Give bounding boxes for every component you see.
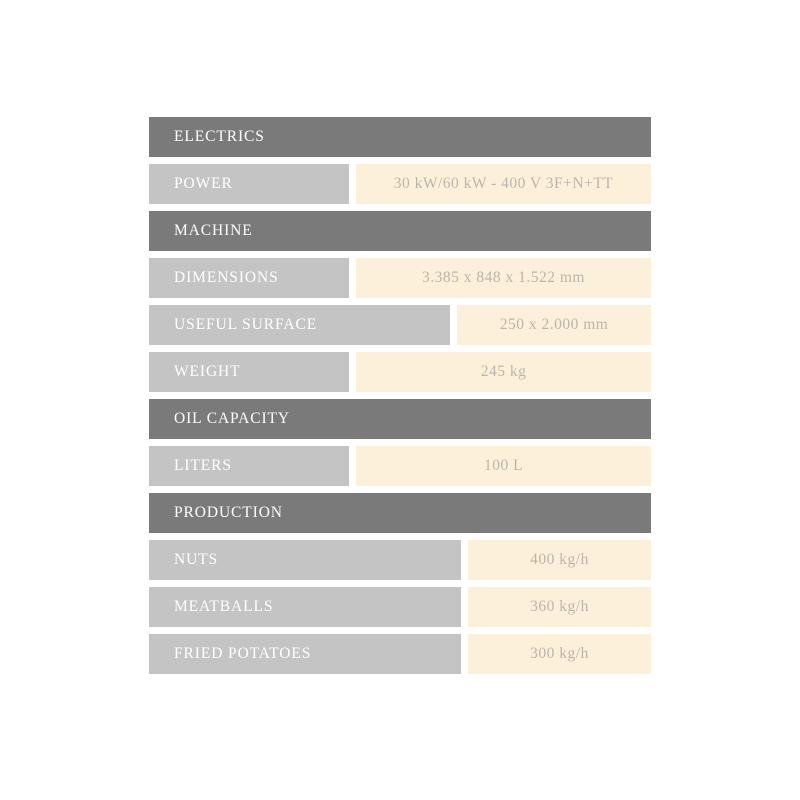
cell-divider bbox=[349, 446, 356, 486]
cell-divider bbox=[461, 540, 468, 580]
cell-divider bbox=[450, 305, 457, 345]
section-header: ELECTRICS bbox=[149, 117, 651, 157]
spec-row: WEIGHT 245 kg bbox=[149, 352, 651, 392]
cell-divider bbox=[349, 352, 356, 392]
section-header-label: ELECTRICS bbox=[174, 128, 265, 145]
spec-label-text: LITERS bbox=[174, 457, 232, 474]
cell-divider bbox=[461, 634, 468, 674]
cell-divider bbox=[349, 258, 356, 298]
spec-row: FRIED POTATOES 300 kg/h bbox=[149, 634, 651, 674]
section-header: PRODUCTION bbox=[149, 493, 651, 533]
spec-value-cell: 360 kg/h bbox=[468, 587, 651, 627]
spec-row: USEFUL SURFACE 250 x 2.000 mm bbox=[149, 305, 651, 345]
spec-row: MEATBALLS 360 kg/h bbox=[149, 587, 651, 627]
spec-value-text: 250 x 2.000 mm bbox=[499, 316, 609, 333]
spec-row: NUTS 400 kg/h bbox=[149, 540, 651, 580]
spec-value-text: 100 L bbox=[483, 457, 524, 474]
section-header: OIL CAPACITY bbox=[149, 399, 651, 439]
spec-label-text: MEATBALLS bbox=[174, 598, 274, 615]
spec-label-cell: POWER bbox=[149, 164, 349, 204]
spec-label-cell: USEFUL SURFACE bbox=[149, 305, 450, 345]
spec-value-cell: 30 kW/60 kW - 400 V 3F+N+TT bbox=[356, 164, 651, 204]
spec-label-cell: NUTS bbox=[149, 540, 461, 580]
spec-label-cell: WEIGHT bbox=[149, 352, 349, 392]
spec-label-cell: MEATBALLS bbox=[149, 587, 461, 627]
spec-value-cell: 3.385 x 848 x 1.522 mm bbox=[356, 258, 651, 298]
spec-row: DIMENSIONS 3.385 x 848 x 1.522 mm bbox=[149, 258, 651, 298]
spec-label-cell: LITERS bbox=[149, 446, 349, 486]
spec-value-text: 245 kg bbox=[480, 363, 527, 380]
specification-table: ELECTRICS POWER 30 kW/60 kW - 400 V 3F+N+T… bbox=[149, 117, 651, 681]
spec-value-cell: 100 L bbox=[356, 446, 651, 486]
spec-label-text: POWER bbox=[174, 175, 233, 192]
spec-label-text: USEFUL SURFACE bbox=[174, 316, 318, 333]
spec-label-text: NUTS bbox=[174, 551, 219, 568]
section-header-label: OIL CAPACITY bbox=[174, 410, 291, 427]
spec-row: LITERS 100 L bbox=[149, 446, 651, 486]
spec-value-text: 3.385 x 848 x 1.522 mm bbox=[422, 269, 585, 286]
spec-row: POWER 30 kW/60 kW - 400 V 3F+N+TT bbox=[149, 164, 651, 204]
spec-label-text: FRIED POTATOES bbox=[174, 645, 312, 662]
spec-label-text: DIMENSIONS bbox=[174, 269, 279, 286]
cell-divider bbox=[349, 164, 356, 204]
spec-value-text: 300 kg/h bbox=[530, 645, 589, 662]
spec-label-cell: DIMENSIONS bbox=[149, 258, 349, 298]
spec-value-cell: 300 kg/h bbox=[468, 634, 651, 674]
spec-label-text: WEIGHT bbox=[174, 363, 241, 380]
spec-value-cell: 250 x 2.000 mm bbox=[457, 305, 651, 345]
spec-value-cell: 245 kg bbox=[356, 352, 651, 392]
spec-value-text: 360 kg/h bbox=[530, 598, 589, 615]
spec-value-cell: 400 kg/h bbox=[468, 540, 651, 580]
section-header-label: MACHINE bbox=[174, 222, 253, 239]
section-header: MACHINE bbox=[149, 211, 651, 251]
spec-value-text: 30 kW/60 kW - 400 V 3F+N+TT bbox=[393, 175, 614, 192]
spec-value-text: 400 kg/h bbox=[530, 551, 589, 568]
cell-divider bbox=[461, 587, 468, 627]
spec-label-cell: FRIED POTATOES bbox=[149, 634, 461, 674]
section-header-label: PRODUCTION bbox=[174, 504, 283, 521]
